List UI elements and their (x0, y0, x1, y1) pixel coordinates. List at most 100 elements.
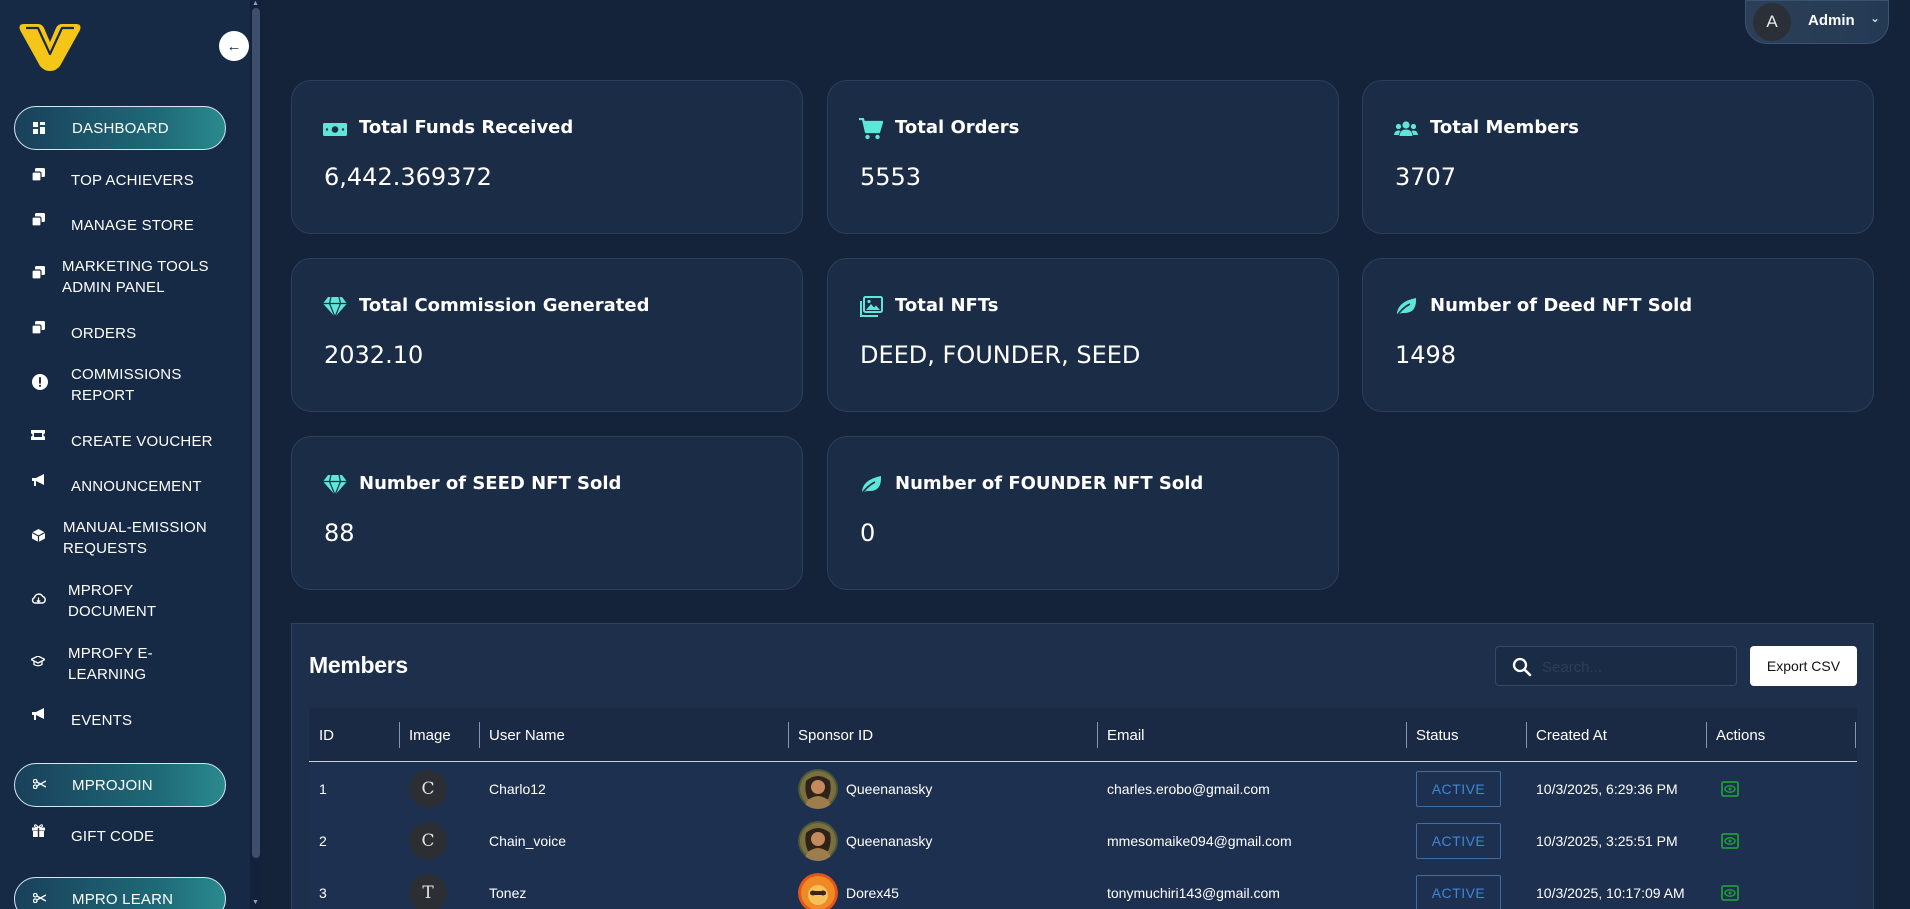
stat-card-total-orders: Total Orders 5553 (827, 80, 1339, 234)
search-field[interactable] (1495, 646, 1737, 686)
sponsor-avatar (798, 769, 838, 809)
nav-label: CREATE VOUCHER (71, 433, 213, 450)
stat-card-total-commission: Total Commission Generated 2032.10 (291, 258, 803, 412)
scrollbar-thumb[interactable] (252, 8, 260, 858)
cell-status: ACTIVE (1416, 815, 1501, 867)
nav-label: MPRO LEARN (72, 891, 174, 908)
leaf-icon (1395, 298, 1417, 318)
user-menu[interactable]: A Admin ⌄ (1745, 0, 1889, 44)
nav-mprofy-document[interactable]: MPROFY DOCUMENT (14, 580, 226, 622)
megaphone-icon (30, 472, 46, 488)
scroll-up-icon[interactable]: ▲ (252, 0, 259, 7)
nav-mprofy-e-learning[interactable]: MPROFY E-LEARNING (14, 643, 226, 685)
nav-label: MPROFY E-LEARNING (68, 645, 153, 683)
cell-sponsor: Queenanasky (798, 763, 932, 815)
nav-label: MARKETING TOOLS ADMIN PANEL (62, 258, 209, 296)
avatar: C (409, 770, 447, 808)
nav-label: DASHBOARD (72, 120, 169, 137)
copy-icon (30, 211, 46, 227)
search-input[interactable] (1542, 656, 1722, 678)
nav-label: EVENTS (71, 712, 133, 729)
nav-events[interactable]: EVENTS (14, 708, 226, 729)
stat-title: Total Members (1430, 117, 1580, 138)
table-row[interactable]: 1 C Charlo12 Queenanasky charles.erobo@g… (309, 763, 1857, 815)
stat-title: Total Orders (895, 117, 1020, 138)
sidebar: ← DASHBOARD TOP ACHIEVERS MANAGE STORE M… (0, 0, 250, 909)
nav-label: ANNOUNCEMENT (71, 478, 202, 495)
stat-value: 0 (860, 519, 876, 547)
column-header-status[interactable]: Status (1416, 708, 1459, 762)
cell-email: mmesomaike094@gmail.com (1107, 833, 1292, 849)
stat-card-total-nfts: Total NFTs DEED, FOUNDER, SEED (827, 258, 1339, 412)
stat-value: 5553 (860, 163, 922, 191)
cell-id: 1 (319, 781, 327, 797)
stat-card-total-members: Total Members 3707 (1362, 80, 1874, 234)
megaphone-icon (30, 706, 46, 722)
copy-icon (30, 264, 46, 280)
sidebar-scrollbar[interactable]: ▲ ▼ (250, 0, 262, 909)
images-icon (860, 296, 883, 317)
nav-mpro-learn[interactable]: MPRO LEARN (14, 877, 226, 909)
cell-created-at: 10/3/2025, 6:29:36 PM (1536, 781, 1678, 797)
nav-mprojoin[interactable]: MPROJOIN (14, 763, 226, 807)
column-header-user-name[interactable]: User Name (489, 708, 565, 762)
nav-marketing-tools[interactable]: MARKETING TOOLS ADMIN PANEL (14, 256, 226, 298)
nav-label: COMMISSIONS REPORT (71, 366, 182, 404)
sponsor-name: Queenanasky (846, 781, 933, 797)
stat-title: Number of Deed NFT Sold (1430, 295, 1693, 316)
nav-dashboard[interactable]: DASHBOARD (14, 106, 226, 150)
box-icon (30, 527, 46, 543)
avatar: A (1753, 3, 1791, 41)
stat-card-founder-nft-sold: Number of FOUNDER NFT Sold 0 (827, 436, 1339, 590)
user-name: Admin (1808, 12, 1855, 29)
table-row[interactable]: 2 C Chain_voice Queenanasky mmesomaike09… (309, 815, 1857, 867)
view-icon[interactable] (1721, 781, 1739, 797)
cell-email: tonymuchiri143@gmail.com (1107, 885, 1280, 901)
table-row[interactable]: 3 T Tonez Dorex45 tonymuchiri143@gmail.c… (309, 867, 1857, 909)
stat-title: Total NFTs (895, 295, 999, 316)
user-avatar: C (409, 815, 447, 867)
column-header-image[interactable]: Image (409, 708, 451, 762)
export-csv-button[interactable]: Export CSV (1750, 646, 1857, 686)
nav-manual-emission-requests[interactable]: MANUAL-EMISSION REQUESTS (14, 517, 226, 559)
view-icon[interactable] (1721, 833, 1739, 849)
nav-create-voucher[interactable]: CREATE VOUCHER (14, 429, 226, 450)
stat-value: 88 (324, 519, 355, 547)
collapse-sidebar-button[interactable]: ← (219, 31, 249, 61)
nav-manage-store[interactable]: MANAGE STORE (14, 211, 226, 234)
search-icon (1512, 657, 1532, 677)
sponsor-avatar (798, 873, 838, 909)
cell-email: charles.erobo@gmail.com (1107, 781, 1270, 797)
view-icon[interactable] (1721, 885, 1739, 901)
stat-value: 2032.10 (324, 341, 424, 369)
nav-label: ORDERS (71, 325, 137, 342)
alert-circle-icon (32, 374, 48, 390)
scroll-down-icon[interactable]: ▼ (252, 899, 259, 906)
nav-gift-code[interactable]: GIFT CODE (14, 823, 226, 845)
cell-created-at: 10/3/2025, 3:25:51 PM (1536, 833, 1678, 849)
nav-commissions-report[interactable]: COMMISSIONS REPORT (14, 364, 226, 406)
column-header-sponsor-id[interactable]: Sponsor ID (798, 708, 873, 762)
nav-orders[interactable]: ORDERS (14, 320, 226, 342)
status-badge: ACTIVE (1416, 823, 1501, 859)
status-badge: ACTIVE (1416, 771, 1501, 807)
stat-title: Total Commission Generated (359, 295, 650, 316)
nav-top-achievers[interactable]: TOP ACHIEVERS (14, 166, 226, 189)
column-header-id[interactable]: ID (319, 708, 334, 762)
stat-card-deed-nft-sold: Number of Deed NFT Sold 1498 (1362, 258, 1874, 412)
column-header-created-at[interactable]: Created At (1536, 708, 1607, 762)
arrow-left-icon: ← (226, 37, 242, 55)
stat-value: 3707 (1395, 163, 1457, 191)
members-title: Members (309, 652, 408, 678)
column-header-actions[interactable]: Actions (1716, 708, 1765, 762)
chevron-down-icon: ⌄ (1870, 11, 1881, 25)
user-avatar: T (409, 867, 447, 909)
nav-label: MANUAL-EMISSION REQUESTS (63, 519, 207, 557)
nav-announcement[interactable]: ANNOUNCEMENT (14, 474, 226, 495)
column-header-email[interactable]: Email (1107, 708, 1145, 762)
scissors-icon (31, 890, 47, 906)
cell-actions (1721, 815, 1739, 867)
copy-icon (30, 166, 46, 182)
brand-logo[interactable] (16, 20, 84, 72)
cell-username: Charlo12 (489, 781, 546, 797)
